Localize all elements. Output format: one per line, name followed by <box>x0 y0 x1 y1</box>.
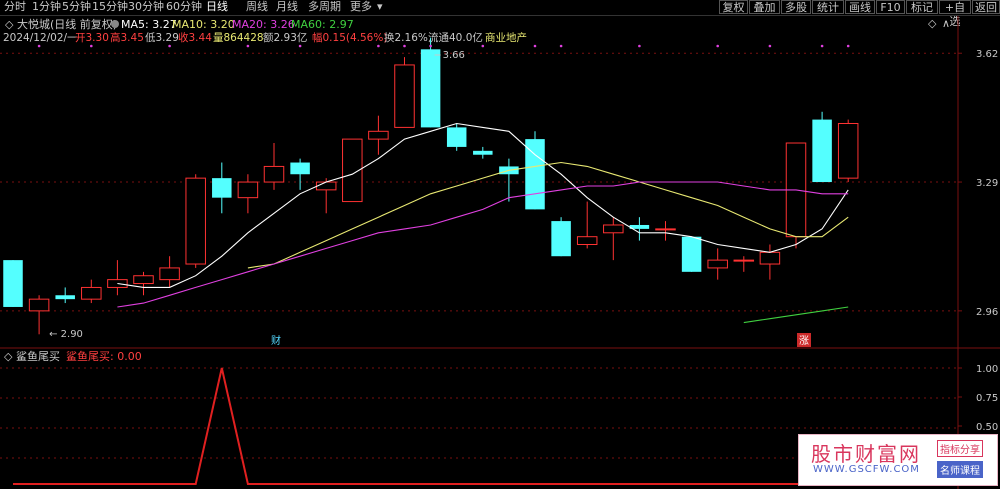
quote-item: 高3.45 <box>110 31 144 44</box>
signal-dot <box>37 44 41 48</box>
quote-item: 量864428 <box>213 32 264 44</box>
candle-body-down <box>420 49 441 128</box>
quote-item: 收3.44 <box>178 31 212 44</box>
signal-dot <box>533 44 537 48</box>
indicator-name: 鲨鱼尾买 <box>16 349 60 363</box>
candle-body-up <box>707 259 728 269</box>
candle-body-up <box>133 275 154 285</box>
watermark-tag-course: 名师课程 <box>937 461 983 478</box>
chart-grid <box>0 15 1000 489</box>
candle-body-up <box>185 177 206 265</box>
event-marker-rise: 涨 <box>799 335 809 347</box>
candle-body-down <box>212 178 232 198</box>
candle-body-down <box>290 162 310 175</box>
signal-dot <box>481 44 485 48</box>
high-price-label: 3.66 <box>443 50 465 61</box>
price-axis: 3.62 3.29 2.96 <box>958 49 998 318</box>
candlestick-series <box>3 37 859 335</box>
signal-dot <box>716 44 719 48</box>
quote-item: 幅0.15(4.56%) <box>312 31 387 44</box>
quote-item: 2024/12/02/一 <box>3 32 78 44</box>
candle-body-down <box>55 295 75 300</box>
chart-header: ◇ 大悦城(日线 前复权) MA5: 3.27MA10: 3.20MA20: 3.2… <box>3 17 950 44</box>
watermark-url: WWW.GSCFW.COM <box>813 464 920 475</box>
candle-body-up <box>603 224 624 234</box>
candle-body-down <box>812 119 832 183</box>
price-tick-label: 2.96 <box>976 307 998 318</box>
indicator-tick-label: 0.75 <box>976 393 998 404</box>
ma-line-ma20 <box>117 181 849 308</box>
candle-body-up <box>759 251 781 265</box>
signal-dot <box>429 44 432 48</box>
signal-dot <box>246 44 250 48</box>
signal-dot <box>298 44 302 48</box>
signal-dot <box>90 44 93 48</box>
candle-body-down <box>551 221 571 257</box>
candle-body-up <box>237 181 259 199</box>
ma-legend-item: MA20: 3.26 <box>232 18 295 31</box>
ma-settings-icon <box>111 20 119 28</box>
signal-dot <box>638 44 641 48</box>
candle-body-down <box>446 127 467 147</box>
ma-legend-item: MA5: 3.27 <box>121 18 177 31</box>
quote-item: 流通40.0亿 <box>428 31 483 44</box>
indicator-tick-label: 0.50 <box>976 422 998 433</box>
signal-dot <box>377 44 380 48</box>
ma-legend-item: MA10: 3.20 <box>172 18 235 31</box>
candle-body-up <box>368 130 389 140</box>
gscfw-watermark: 股市财富网 WWW.GSCFW.COM 指标分享 名师课程 <box>798 434 998 486</box>
candle-body-up <box>81 286 102 300</box>
candle-body-up <box>576 236 598 246</box>
quote-item: 额2.93亿 <box>263 31 307 44</box>
signal-dot <box>403 44 406 48</box>
candle-body-down <box>525 139 545 210</box>
quote-item: 商业地产 <box>485 31 527 44</box>
signal-dot <box>559 44 563 48</box>
candle-body-down <box>473 150 493 155</box>
candle-body-up <box>28 298 50 312</box>
candle-body-up <box>394 64 415 128</box>
expand-icon: ∧ <box>942 17 950 30</box>
low-price-label: ← 2.90 <box>49 329 83 340</box>
quote-item: 开3.30 <box>75 32 109 44</box>
quote-item: 换2.16% <box>384 31 428 44</box>
collapse-icon: ◇ <box>928 17 937 30</box>
signal-dot <box>168 44 171 48</box>
candle-body-up <box>655 228 676 231</box>
indicator-value: 鲨鱼尾买: 0.00 <box>66 349 142 363</box>
candle-body-down <box>3 260 23 307</box>
kline-chart: ◇ 大悦城(日线 前复权) MA5: 3.27MA10: 3.20MA20: 3.2… <box>0 15 1000 489</box>
candle-body-up <box>263 165 285 183</box>
candle-body-up <box>837 122 859 179</box>
stock-title: 大悦城(日线 前复权) <box>17 17 117 31</box>
indicator-options-icon: ◇ <box>4 350 13 363</box>
price-tick-label: 3.62 <box>976 49 998 60</box>
signal-dot <box>846 44 850 48</box>
candle-body-up <box>159 267 180 281</box>
watermark-logo-text: 股市财富网 <box>811 442 921 466</box>
quote-item: 低3.29 <box>145 31 179 44</box>
ma-line-ma60 <box>743 306 849 324</box>
chart-options-icon: ◇ <box>5 18 14 31</box>
price-tick-label: 3.29 <box>976 178 998 189</box>
candle-body-up <box>315 181 337 191</box>
watermark-tag-indicator: 指标分享 <box>937 440 983 457</box>
candle-body-down <box>681 236 702 272</box>
indicator-line <box>13 367 849 485</box>
signal-dot <box>820 44 824 48</box>
chart-annotations: 3.66 ← 2.90 财 涨 <box>37 44 850 347</box>
signal-dot <box>768 44 772 48</box>
ma-legend-item: MA60: 2.97 <box>291 18 354 31</box>
candle-body-up <box>733 259 755 262</box>
event-marker-finance: 财 <box>271 334 281 347</box>
indicator-tick-label: 1.00 <box>976 364 998 375</box>
